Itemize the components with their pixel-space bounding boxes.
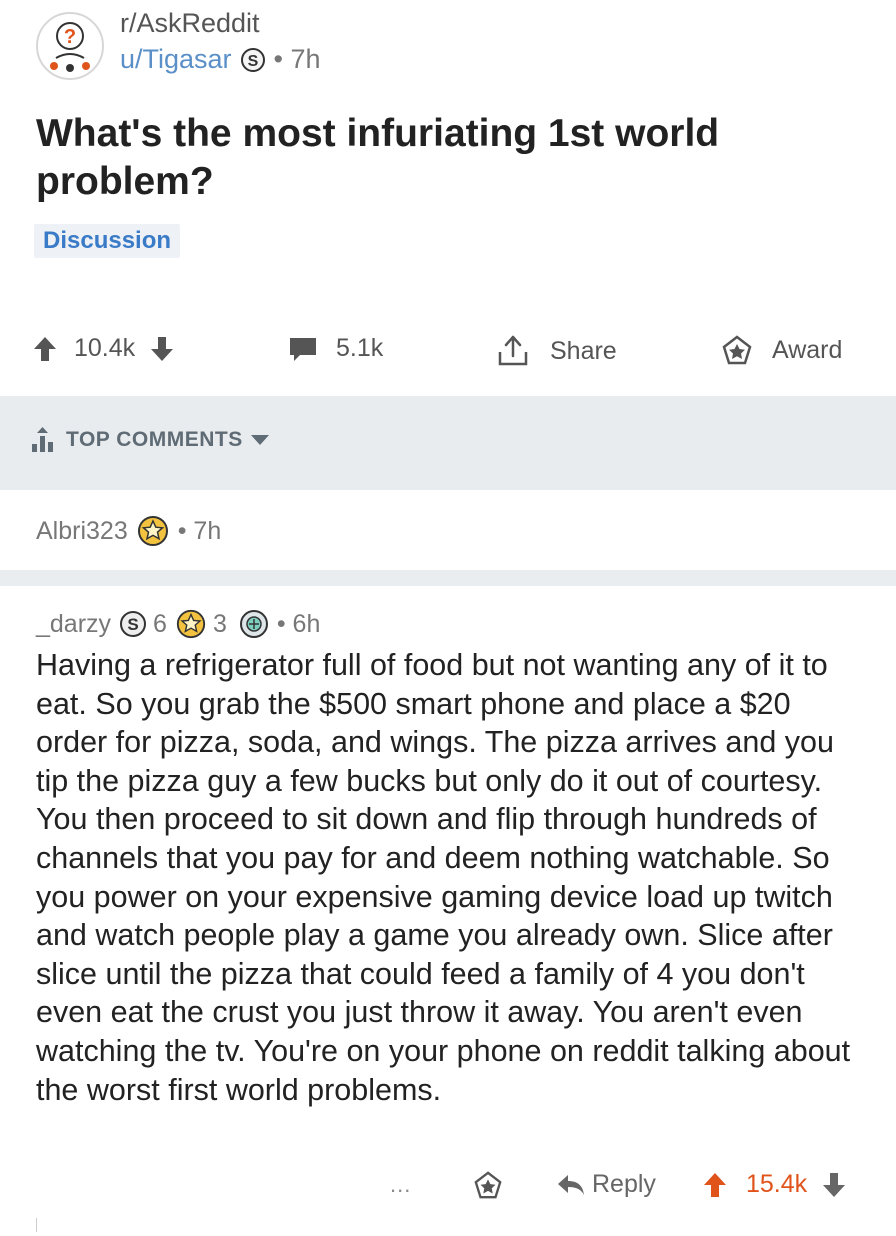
collapsed-comment[interactable]: Albri323 • 7h — [0, 500, 896, 566]
silver-award-icon: S — [240, 47, 266, 73]
svg-text:S: S — [247, 53, 258, 70]
post-author[interactable]: u/Tigasar — [120, 44, 232, 75]
more-icon[interactable]: ... — [390, 1172, 411, 1198]
award-button[interactable] — [472, 1170, 504, 1200]
svg-text:?: ? — [64, 26, 76, 48]
post-flair[interactable]: Discussion — [34, 224, 181, 258]
sort-dropdown[interactable]: TOP COMMENTS — [30, 426, 271, 454]
reply-label: Reply — [592, 1170, 656, 1198]
post-score: 10.4k — [74, 334, 136, 362]
post-title[interactable]: What's the most infuriating 1st world pr… — [36, 110, 856, 206]
silver-award-icon: S — [119, 610, 147, 638]
thread-line — [36, 1218, 37, 1232]
platinum-award-icon — [239, 609, 269, 639]
post-author-line: u/Tigasar S • 7h — [120, 44, 321, 75]
reply-icon — [556, 1173, 586, 1197]
top-sort-icon — [30, 426, 56, 454]
comment-time: • 7h — [177, 516, 222, 545]
post-header: ? r/AskReddit u/Tigasar S • 7h — [0, 0, 896, 90]
share-label: Share — [550, 336, 617, 365]
comment-author[interactable]: Albri323 — [36, 517, 128, 546]
reply-button[interactable]: Reply — [556, 1170, 656, 1199]
comment-vote-group: 15.4k — [702, 1170, 847, 1199]
askreddit-avatar-icon[interactable]: ? — [36, 12, 104, 80]
comment-score: 15.4k — [746, 1170, 808, 1198]
sort-label: TOP COMMENTS — [66, 428, 243, 451]
chevron-down-icon — [249, 433, 271, 447]
gold-award-icon — [136, 514, 170, 548]
comment-author[interactable]: _darzy — [36, 610, 111, 639]
comment-body: Having a refrigerator full of food but n… — [36, 648, 851, 1107]
share-button[interactable]: Share — [496, 334, 617, 368]
award-icon — [472, 1170, 504, 1200]
downvote-icon[interactable] — [149, 335, 175, 363]
award-icon — [720, 334, 754, 366]
share-icon — [496, 334, 530, 368]
comment-actions: ... Reply 15.4k — [0, 1170, 896, 1210]
award-label: Award — [772, 335, 843, 364]
collapsed-comment-header: Albri323 • 7h — [36, 514, 221, 548]
post-actions: 10.4k 5.1k Share Award — [0, 330, 896, 376]
post-time: • 7h — [273, 44, 321, 74]
post-vote-group: 10.4k — [32, 334, 175, 363]
award-button[interactable]: Award — [720, 334, 842, 366]
gold-award-icon — [175, 608, 207, 640]
svg-text:S: S — [127, 615, 138, 634]
silver-count: 6 — [153, 609, 167, 638]
comment-divider — [0, 570, 896, 586]
comment-sort-bar: TOP COMMENTS — [0, 396, 896, 490]
comments-button[interactable]: 5.1k — [288, 334, 383, 363]
comment-time: • 6h — [276, 609, 321, 638]
gold-count: 3 — [212, 609, 227, 638]
downvote-icon[interactable] — [821, 1171, 847, 1199]
comment-count: 5.1k — [336, 334, 384, 362]
upvote-icon[interactable] — [702, 1171, 728, 1199]
subreddit-name[interactable]: r/AskReddit — [120, 8, 260, 39]
comment-header: _darzy S 6 3 • 6h — [36, 608, 320, 640]
upvote-icon[interactable] — [32, 335, 58, 363]
comment-icon — [288, 335, 318, 363]
